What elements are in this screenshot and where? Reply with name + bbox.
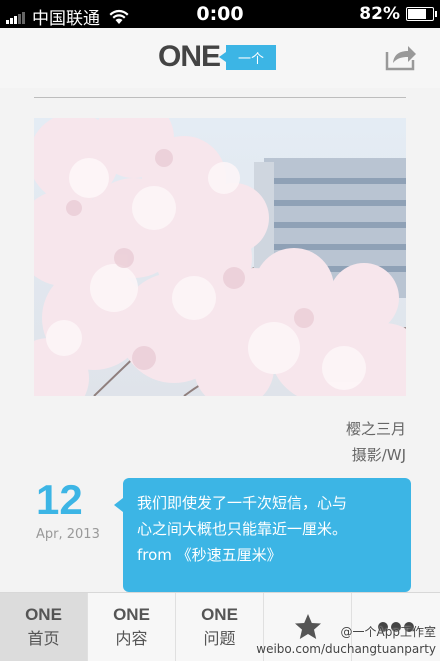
tab-home[interactable]: ONE 首页	[0, 593, 88, 661]
tab-question-label: 问题	[203, 629, 236, 648]
status-bar: 中国联通 0:00 82%	[0, 0, 440, 29]
battery-icon	[406, 7, 437, 21]
cherry-blossom-image	[34, 118, 406, 396]
tab-content-label: 内容	[115, 629, 148, 648]
photo-title: 樱之三月	[345, 420, 406, 438]
quote-line-1: 我们即使发了一千次短信，心与	[137, 494, 348, 512]
tab-home-brand: ONE	[25, 605, 62, 624]
quote-source: from 《秒速五厘米》	[137, 546, 282, 564]
watermark-line-1: @一个App工作室	[340, 625, 436, 639]
logo-tag: 一个	[219, 44, 277, 70]
tab-question[interactable]: ONE 问题	[176, 593, 264, 661]
weibo-watermark: @一个App工作室 weibo.com/duchangtuanparty	[256, 624, 436, 658]
battery-percent: 82%	[359, 4, 400, 24]
header-divider	[34, 97, 406, 98]
app-header: ONE 一个	[0, 28, 440, 88]
tab-home-label: 首页	[27, 629, 60, 648]
logo-text: ONE	[158, 40, 221, 73]
app-logo: ONE 一个	[158, 40, 277, 74]
date-day: 12	[36, 476, 83, 523]
quote-bubble: 我们即使发了一千次短信，心与 心之间大概也只能靠近一厘米。 from 《秒速五厘…	[114, 478, 411, 592]
featured-photo[interactable]	[34, 118, 406, 396]
tab-content-brand: ONE	[113, 605, 150, 624]
tab-question-brand: ONE	[201, 605, 238, 624]
photo-author: 摄影/WJ	[351, 446, 406, 464]
watermark-line-2: weibo.com/duchangtuanparty	[256, 642, 436, 656]
date-month-year: Apr, 2013	[36, 527, 100, 542]
tab-content[interactable]: ONE 内容	[88, 593, 176, 661]
quote-line-2: 心之间大概也只能靠近一厘米。	[137, 520, 348, 538]
share-icon[interactable]	[384, 42, 418, 72]
